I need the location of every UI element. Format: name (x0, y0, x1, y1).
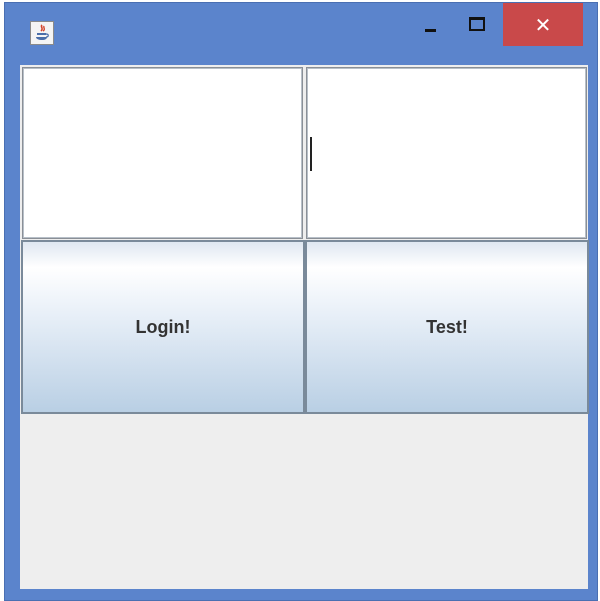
text-caret (310, 137, 312, 171)
minimize-icon (424, 28, 436, 32)
maximize-icon (469, 17, 485, 31)
password-field[interactable] (306, 67, 587, 239)
close-button[interactable]: ✕ (503, 3, 583, 46)
title-bar[interactable]: ✕ (5, 3, 597, 63)
username-field[interactable] (22, 67, 303, 239)
login-button[interactable]: Login! (21, 240, 305, 414)
java-icon[interactable] (30, 21, 54, 45)
maximize-button[interactable] (457, 3, 497, 45)
empty-panel (20, 415, 588, 589)
test-button[interactable]: Test! (305, 240, 589, 414)
content-pane: Login! Test! (20, 65, 589, 589)
application-window: ✕ Login! Test! (4, 2, 598, 601)
close-icon: ✕ (534, 12, 552, 37)
minimize-button[interactable] (410, 3, 450, 45)
